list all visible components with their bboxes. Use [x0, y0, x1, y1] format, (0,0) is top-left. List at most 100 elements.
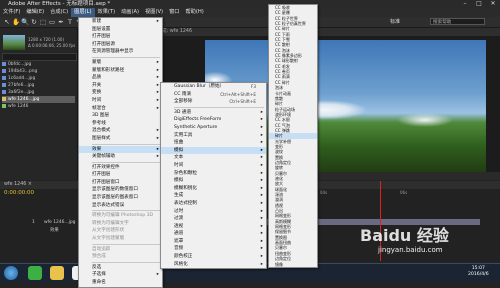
menu-layer-item[interactable]: 帧混合 ▸ [79, 105, 162, 113]
menu-effect-item[interactable]: Synthetic Aperture ▸ [161, 124, 266, 132]
menu-layer-item[interactable]: 图层设置 [79, 26, 162, 34]
menu-layer-item[interactable]: 图层样式 ▸ [79, 135, 162, 143]
menu-layer-item[interactable]: 蒙版和形状路径 ▸ [79, 67, 162, 75]
start-button[interactable] [4, 266, 18, 280]
rotate-tool-icon[interactable]: ↻ [30, 18, 38, 26]
menu-effect-item[interactable]: 模糊和锐化 ▸ [161, 185, 266, 193]
menu-layer-item[interactable]: 重命名 [79, 279, 162, 287]
menu-layer-item[interactable]: 转换为可编辑 Photoshop 3D [79, 212, 162, 220]
menu-layer-item[interactable]: 显示该图层的图表窗口 [79, 194, 162, 202]
menu-layer-item[interactable]: 打开效果控件 [79, 164, 162, 172]
project-item[interactable]: 194b43...png [2, 68, 75, 75]
selection-tool-icon[interactable]: ↖ [3, 18, 11, 26]
menu-effect-item[interactable]: 过时 ▸ [161, 208, 266, 216]
menu-layer-item[interactable]: 预合成 [79, 253, 162, 261]
menu-effect-item[interactable]: 遮罩 ▸ [161, 238, 266, 246]
menu-file[interactable]: 文件(F) [0, 8, 23, 17]
menu-view[interactable]: 视图(V) [142, 8, 166, 17]
menu-separator [92, 143, 160, 145]
menu-layer-item[interactable]: 开关 ▸ [79, 82, 162, 90]
menu-effect-item[interactable]: 表达式控制 ▸ [161, 200, 266, 208]
menu-layer-item[interactable]: 打开图层 [79, 33, 162, 41]
menu-layer-item[interactable]: 从文字创建形状 [79, 227, 162, 235]
pen-tool-icon[interactable]: ✒ [57, 18, 65, 26]
menu-window[interactable]: 窗口 [166, 8, 182, 17]
submenu-arrow-icon: ▸ [156, 90, 159, 96]
menu-layer-item[interactable]: 3D 图层 [79, 112, 162, 120]
menu-layer-item[interactable]: 打开图层窗口 [79, 179, 162, 187]
menu-layer-item[interactable]: 子选择 ▸ [79, 271, 162, 279]
menu-layer-item[interactable]: 品质 ▸ [79, 74, 162, 82]
menu-effect-item[interactable]: 透视 ▸ [161, 223, 266, 231]
menu-layer-item[interactable]: 显示表达式错误 [79, 202, 162, 210]
help-search-input[interactable]: 搜索帮助 [430, 18, 485, 25]
project-item[interactable]: 3a6f2e...jpg [2, 89, 75, 96]
menu-effect-item[interactable]: 风格化 ▸ [161, 261, 266, 269]
menu-layer-item[interactable]: 打开图层 [79, 171, 162, 179]
menu-composition[interactable]: 合成(C) [47, 8, 71, 17]
close-button[interactable]: ✕ [486, 0, 500, 8]
menu-effect-item[interactable]: 模拟 ▸ [161, 146, 266, 155]
menu-effect-item[interactable]: Gaussian Blur（原始） F3 [161, 83, 266, 91]
menu-effect-item[interactable]: 全部移除 Ctrl+Shift+E [161, 98, 266, 106]
explorer-icon[interactable] [50, 266, 64, 280]
menu-effect-item[interactable]: 文本 ▸ [161, 154, 266, 162]
menu-layer-item[interactable]: 变换 ▸ [79, 89, 162, 97]
submenu-arrow-icon: ▸ [156, 272, 159, 278]
menu-layer-item[interactable]: 新建 ▸ [79, 18, 162, 26]
menu-effect-item[interactable]: CC 雨滴 Ctrl+Alt+Shift+E [161, 91, 266, 99]
menu-layer-item[interactable]: 时间 ▸ [79, 97, 162, 105]
type-tool-icon[interactable]: T [66, 18, 74, 26]
project-item[interactable]: 27bfe6...jpg [2, 82, 75, 89]
menu-layer[interactable]: 图层(L) [71, 8, 95, 17]
menu-effect-item[interactable]: 杂色和颗粒 ▸ [161, 170, 266, 178]
project-item[interactable]: wfe 1246 [2, 103, 75, 110]
project-search-input[interactable] [2, 53, 77, 61]
menu-animation[interactable]: 动画(A) [118, 8, 142, 17]
project-item[interactable]: 1c6add...jpg [2, 75, 75, 82]
watermark-logo: Baidu 经验 [360, 226, 449, 245]
menu-simulate-item[interactable]: 镜像 [269, 262, 317, 267]
viewer-tab[interactable]: 合成: wfe 1246 [153, 28, 500, 36]
minimize-button[interactable]: – [458, 0, 472, 8]
maximize-button[interactable]: □ [472, 0, 486, 8]
rectangle-tool-icon[interactable]: ▭ [48, 18, 56, 26]
menu-effect-item[interactable]: 音频 ▸ [161, 245, 266, 253]
system-clock[interactable]: 15:07 2016/4/6 [468, 266, 489, 278]
menu-layer-item[interactable]: 从文字创建蒙版 [79, 235, 162, 243]
menu-layer-item[interactable]: 混合模式 ▸ [79, 127, 162, 135]
menu-separator [92, 210, 160, 212]
project-item-selected[interactable]: wfe 1246...jpg [2, 96, 75, 103]
menu-effect-item[interactable]: 3D 通道 ▸ [161, 109, 266, 117]
zoom-tool-icon[interactable]: 🔍 [21, 18, 29, 26]
timecode-display[interactable]: 0:00:00:00 [4, 190, 34, 196]
menu-effect-item[interactable]: 通道 ▸ [161, 230, 266, 238]
project-item[interactable]: 0bfdc...jpg [2, 61, 75, 68]
menu-effect-item[interactable]: DigiEffects FreeForm ▸ [161, 116, 266, 124]
menu-layer-item[interactable]: 关键帧辅助 ▸ [79, 153, 162, 161]
menu-effect-item[interactable]: 时间 ▸ [161, 162, 266, 170]
menu-effect[interactable]: 效果(T) [95, 8, 119, 17]
menu-layer-item[interactable]: 在资源管理器中显示 [79, 48, 162, 56]
menu-help[interactable]: 帮助(H) [182, 8, 206, 17]
menu-layer-item[interactable]: 反选 [79, 264, 162, 272]
menu-effect-item[interactable]: 模拟 ▸ [161, 177, 266, 185]
menu-effect-item[interactable]: 实用工具 ▸ [161, 132, 266, 140]
workspace-label[interactable]: 标准 [390, 18, 400, 26]
menu-layer-item[interactable]: 转换为可编辑文字 [79, 220, 162, 228]
menu-edit[interactable]: 编辑(E) [23, 8, 47, 17]
browser-icon[interactable] [28, 266, 42, 280]
hand-tool-icon[interactable]: ✋ [12, 18, 20, 26]
menu-effect-item[interactable]: 扭曲 ▸ [161, 139, 266, 147]
menu-effect-item[interactable]: 颜色校正 ▸ [161, 253, 266, 261]
menu-layer-item[interactable]: 效果 ▸ [79, 145, 162, 154]
submenu-arrow-icon: ▸ [260, 223, 263, 229]
menu-layer-item[interactable]: 参考线 [79, 120, 162, 128]
camera-tool-icon[interactable]: ⬚ [39, 18, 47, 26]
menu-effect-item[interactable]: 过渡 ▸ [161, 215, 266, 223]
menu-layer-item[interactable]: 自动追踪 [79, 246, 162, 254]
menu-layer-item[interactable]: 打开图层源 [79, 41, 162, 49]
menu-layer-item[interactable]: 显示该图层的数值窗口 [79, 186, 162, 194]
menu-effect-item[interactable]: 生成 ▸ [161, 192, 266, 200]
menu-layer-item[interactable]: 蒙版 ▸ [79, 59, 162, 67]
